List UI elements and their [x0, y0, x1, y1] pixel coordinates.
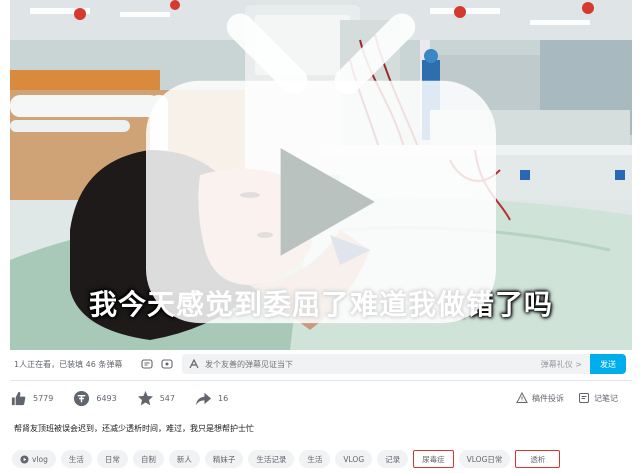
- coin-button[interactable]: 6493: [73, 390, 117, 407]
- danmaku-settings-icon[interactable]: [160, 357, 174, 371]
- tag-item[interactable]: VLOG: [335, 450, 373, 468]
- share-arrow-icon: [195, 392, 212, 405]
- send-danmaku-button[interactable]: 发送: [590, 354, 626, 374]
- danmaku-input-wrapper: 弹幕礼仪 >: [182, 354, 590, 374]
- coin-count: 6493: [96, 393, 117, 403]
- tag-label: 生活: [307, 454, 323, 464]
- video-player[interactable]: 我今天感觉到委屈了难道我做错了吗: [10, 0, 632, 350]
- bilibili-tv-icon: [146, 13, 496, 324]
- tag-label: 自制: [140, 454, 156, 464]
- tag-label: 尿毒症: [422, 454, 445, 464]
- tag-item-highlighted[interactable]: 透析: [515, 450, 561, 468]
- tag-item[interactable]: 精妹子: [204, 450, 244, 468]
- tag-item[interactable]: VLOG日常: [458, 450, 511, 468]
- coin-icon: [74, 390, 90, 406]
- favorite-button[interactable]: 547: [137, 390, 175, 407]
- tag-label: 日常: [104, 454, 120, 464]
- danmaku-toggle-icon[interactable]: [140, 357, 154, 371]
- report-button[interactable]: 稿件投诉: [516, 392, 564, 404]
- vlog-icon: [20, 454, 29, 464]
- tag-label: 记录: [385, 454, 401, 464]
- note-icon: [579, 393, 589, 403]
- danmaku-input[interactable]: [205, 359, 541, 369]
- report-label: 稿件投诉: [532, 393, 564, 403]
- tag-label: VLOG: [343, 454, 365, 464]
- tag-label: vlog: [32, 454, 48, 464]
- video-description: 帮肾友顶班被误会迟到，还减少透析时间，难过，我只是想帮护士忙: [14, 424, 254, 433]
- tag-label: 精妹子: [212, 454, 236, 464]
- text-style-icon[interactable]: [188, 358, 200, 370]
- tag-label: 生活记录: [256, 454, 287, 464]
- action-bar: 5779 6493 547 16 稿件投诉 记笔记: [10, 387, 632, 409]
- star-icon: [137, 390, 153, 405]
- tag-item-highlighted[interactable]: 尿毒症: [413, 450, 454, 468]
- tag-label: 新人: [176, 454, 192, 464]
- viewer-info: 1人正在看，已装填 46 条弹幕: [14, 359, 123, 369]
- tag-label: VLOG日常: [466, 454, 503, 464]
- tag-item[interactable]: 日常: [96, 450, 128, 468]
- tag-label: 透析: [530, 454, 546, 464]
- like-button[interactable]: 5779: [10, 390, 53, 407]
- tag-item[interactable]: 记录: [377, 450, 409, 468]
- notes-label: 记笔记: [594, 393, 618, 403]
- tag-item[interactable]: 生活记录: [248, 450, 295, 468]
- share-button[interactable]: 16: [195, 390, 228, 407]
- thumbs-up-icon: [11, 391, 26, 405]
- danmaku-etiquette-link[interactable]: 弹幕礼仪 >: [541, 359, 582, 370]
- action-bar-right: 稿件投诉 记笔记: [516, 392, 632, 404]
- tag-item[interactable]: 生活: [299, 450, 331, 468]
- tag-item[interactable]: 生活: [60, 450, 92, 468]
- divider: [10, 380, 632, 381]
- tag-label: 生活: [68, 454, 84, 464]
- tag-item[interactable]: 自制: [132, 450, 164, 468]
- tag-vlog[interactable]: vlog: [12, 450, 56, 468]
- tag-list: vlog 生活 日常 自制 新人 精妹子 生活记录 生活 VLOG 记录 尿毒症…: [12, 450, 565, 468]
- like-count: 5779: [33, 393, 54, 403]
- notes-button[interactable]: 记笔记: [578, 392, 618, 404]
- danmaku-bar: 1人正在看，已装填 46 条弹幕 弹幕礼仪 > 发送: [10, 352, 632, 376]
- warning-icon: [516, 392, 528, 403]
- tag-item[interactable]: 新人: [168, 450, 200, 468]
- share-count: 16: [218, 393, 229, 403]
- favorite-count: 547: [159, 393, 175, 403]
